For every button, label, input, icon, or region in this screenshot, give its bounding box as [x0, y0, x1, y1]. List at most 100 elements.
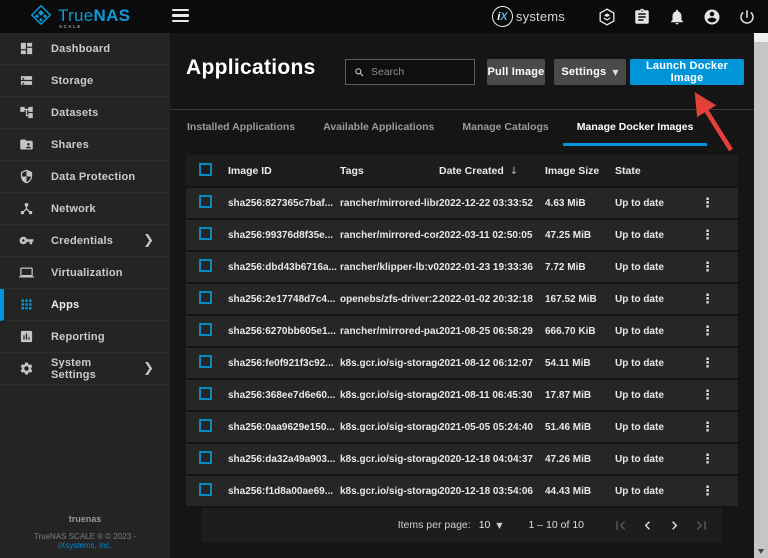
cell-state: Up to date — [615, 486, 701, 497]
cell-state: Up to date — [615, 326, 701, 337]
kebab-menu-icon: ⋮ — [701, 452, 714, 467]
previous-page-icon[interactable] — [639, 517, 656, 534]
cell-image-id: sha256:2e17748d7c4... — [228, 294, 340, 305]
dashboard-icon — [19, 41, 34, 56]
row-menu-button[interactable]: ⋮ — [701, 484, 738, 499]
cell-date-created: 2022-01-02 20:32:18 — [439, 294, 545, 305]
page-range-label: 1 – 10 of 10 — [529, 519, 584, 531]
reporting-chart-icon — [19, 329, 34, 344]
row-menu-button[interactable]: ⋮ — [701, 196, 738, 211]
scrollbar-up-button[interactable] — [754, 33, 768, 42]
row-checkbox[interactable] — [199, 227, 212, 240]
page-title: Applications — [186, 56, 316, 80]
storage-icon — [19, 73, 34, 88]
shield-icon — [19, 169, 34, 184]
row-checkbox[interactable] — [199, 355, 212, 368]
sidebar-item-shares[interactable]: Shares — [0, 129, 170, 161]
row-menu-button[interactable]: ⋮ — [701, 452, 738, 467]
sidebar-item-data-protection[interactable]: Data Protection — [0, 161, 170, 193]
row-checkbox[interactable] — [199, 387, 212, 400]
row-checkbox[interactable] — [199, 483, 212, 496]
row-checkbox[interactable] — [199, 451, 212, 464]
truecommand-icon[interactable] — [598, 8, 616, 26]
cell-image-size: 4.63 MiB — [545, 198, 615, 209]
kebab-menu-icon: ⋮ — [701, 196, 714, 211]
power-icon[interactable] — [738, 8, 756, 26]
row-checkbox[interactable] — [199, 259, 212, 272]
items-per-page-label: Items per page: — [398, 519, 471, 531]
ixsystems-link[interactable]: iXsystems, Inc. — [0, 541, 170, 550]
launch-docker-image-button[interactable]: Launch Docker Image — [630, 59, 744, 85]
column-date-created[interactable]: Date Created↓ — [439, 165, 545, 177]
row-menu-button[interactable]: ⋮ — [701, 388, 738, 403]
chevron-right-icon: ❯ — [143, 234, 154, 247]
caret-down-icon[interactable]: ▼ — [496, 521, 502, 530]
select-all-checkbox[interactable] — [199, 163, 212, 176]
cell-tags: k8s.gcr.io/sig-storage... — [340, 454, 439, 465]
scrollbar-down-button[interactable] — [754, 544, 768, 558]
row-menu-button[interactable]: ⋮ — [701, 356, 738, 371]
sidebar-item-datasets[interactable]: Datasets — [0, 97, 170, 129]
ixsystems-logo[interactable]: iX systems — [492, 6, 565, 27]
account-icon[interactable] — [703, 8, 721, 26]
next-page-icon[interactable] — [666, 517, 683, 534]
search-box[interactable] — [345, 59, 475, 85]
row-menu-button[interactable]: ⋮ — [701, 324, 738, 339]
row-menu-button[interactable]: ⋮ — [701, 292, 738, 307]
sidebar-item-reporting[interactable]: Reporting — [0, 321, 170, 353]
sidebar-item-dashboard[interactable]: Dashboard — [0, 33, 170, 65]
search-input[interactable] — [371, 66, 466, 78]
row-menu-button[interactable]: ⋮ — [701, 260, 738, 275]
kebab-menu-icon: ⋮ — [701, 292, 714, 307]
tab-available-applications[interactable]: Available Applications — [309, 110, 448, 146]
kebab-menu-icon: ⋮ — [701, 484, 714, 499]
items-per-page-select[interactable]: 10 — [479, 519, 491, 531]
row-menu-button[interactable]: ⋮ — [701, 228, 738, 243]
sidebar-item-storage[interactable]: Storage — [0, 65, 170, 97]
column-tags[interactable]: Tags — [340, 165, 439, 177]
row-checkbox[interactable] — [199, 323, 212, 336]
cell-image-size: 167.52 MiB — [545, 294, 615, 305]
sidebar-item-virtualization[interactable]: Virtualization — [0, 257, 170, 289]
kebab-menu-icon: ⋮ — [701, 228, 714, 243]
alerts-bell-icon[interactable] — [668, 8, 686, 26]
tab-installed-applications[interactable]: Installed Applications — [173, 110, 309, 146]
sidebar-item-system-settings[interactable]: System Settings ❯ — [0, 353, 170, 385]
sidebar-item-network[interactable]: Network — [0, 193, 170, 225]
column-image-size[interactable]: Image Size — [545, 165, 615, 177]
tab-manage-docker-images[interactable]: Manage Docker Images — [563, 110, 708, 146]
cell-date-created: 2021-08-25 06:58:29 — [439, 326, 545, 337]
caret-down-icon: ▼ — [612, 68, 618, 77]
cell-tags: rancher/klipper-lb:v0.... — [340, 262, 439, 273]
truenas-logo[interactable]: TrueNAS SCALE — [30, 4, 130, 26]
vertical-scrollbar[interactable] — [754, 33, 768, 558]
cell-tags: k8s.gcr.io/sig-storage... — [340, 358, 439, 369]
pull-image-button[interactable]: Pull Image — [487, 59, 545, 85]
cell-tags: k8s.gcr.io/sig-storage... — [340, 390, 439, 401]
settings-button[interactable]: Settings ▼ — [554, 59, 626, 85]
cell-image-size: 51.46 MiB — [545, 422, 615, 433]
cell-image-id: sha256:0aa9629e150... — [228, 422, 340, 433]
jobs-icon[interactable] — [633, 8, 651, 26]
cell-state: Up to date — [615, 454, 701, 465]
sidebar-item-apps[interactable]: Apps — [0, 289, 170, 321]
row-checkbox[interactable] — [199, 195, 212, 208]
last-page-icon[interactable] — [693, 517, 710, 534]
first-page-icon[interactable] — [612, 517, 629, 534]
tab-manage-catalogs[interactable]: Manage Catalogs — [448, 110, 562, 146]
top-bar: TrueNAS SCALE iX systems — [0, 0, 768, 33]
brand-edition: SCALE — [59, 25, 82, 30]
row-checkbox[interactable] — [199, 291, 212, 304]
cell-image-id: sha256:da32a49a903... — [228, 454, 340, 465]
column-state[interactable]: State — [615, 165, 701, 177]
column-image-id[interactable]: Image ID — [228, 165, 340, 177]
chevron-right-icon: ❯ — [143, 362, 154, 375]
cell-image-id: sha256:99376d8f35e... — [228, 230, 340, 241]
kebab-menu-icon: ⋮ — [701, 388, 714, 403]
cell-image-id: sha256:6270bb605e1... — [228, 326, 340, 337]
hamburger-menu-icon[interactable] — [172, 9, 189, 25]
cell-date-created: 2021-08-12 06:12:07 — [439, 358, 545, 369]
sidebar-item-credentials[interactable]: Credentials ❯ — [0, 225, 170, 257]
row-menu-button[interactable]: ⋮ — [701, 420, 738, 435]
row-checkbox[interactable] — [199, 419, 212, 432]
